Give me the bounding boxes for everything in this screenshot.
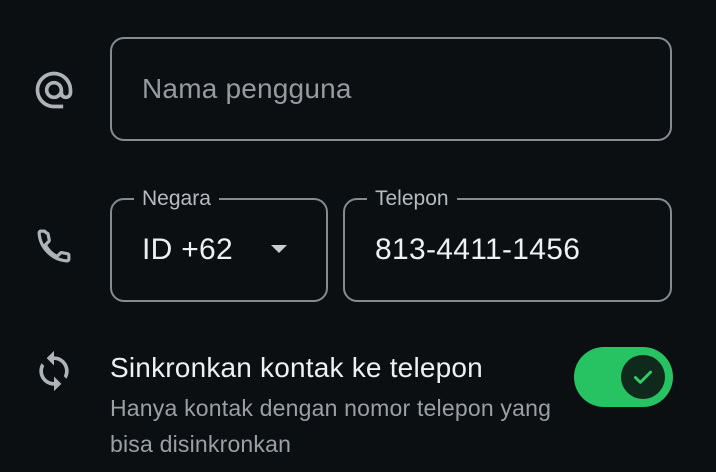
phone-number-value: 813-4411-1456 bbox=[375, 233, 581, 266]
sync-contacts-toggle[interactable] bbox=[574, 347, 673, 407]
username-placeholder: Nama pengguna bbox=[142, 73, 352, 104]
sync-icon bbox=[26, 343, 82, 399]
at-sign-icon bbox=[26, 62, 82, 118]
country-value: ID +62 bbox=[142, 233, 234, 266]
check-icon bbox=[634, 370, 652, 384]
country-select[interactable]: Negara ID +62 bbox=[110, 185, 328, 302]
sync-contacts-description: Hanya kontak dengan nomor telepon yang b… bbox=[110, 395, 552, 457]
phone-number-field[interactable]: Telepon 813-4411-1456 bbox=[343, 185, 672, 302]
sync-contacts-title: Sinkronkan kontak ke telepon bbox=[110, 352, 483, 383]
toggle-knob bbox=[621, 355, 665, 399]
dropdown-arrow-icon bbox=[271, 245, 287, 253]
phone-icon bbox=[26, 218, 82, 274]
username-field[interactable]: Nama pengguna bbox=[110, 37, 672, 141]
